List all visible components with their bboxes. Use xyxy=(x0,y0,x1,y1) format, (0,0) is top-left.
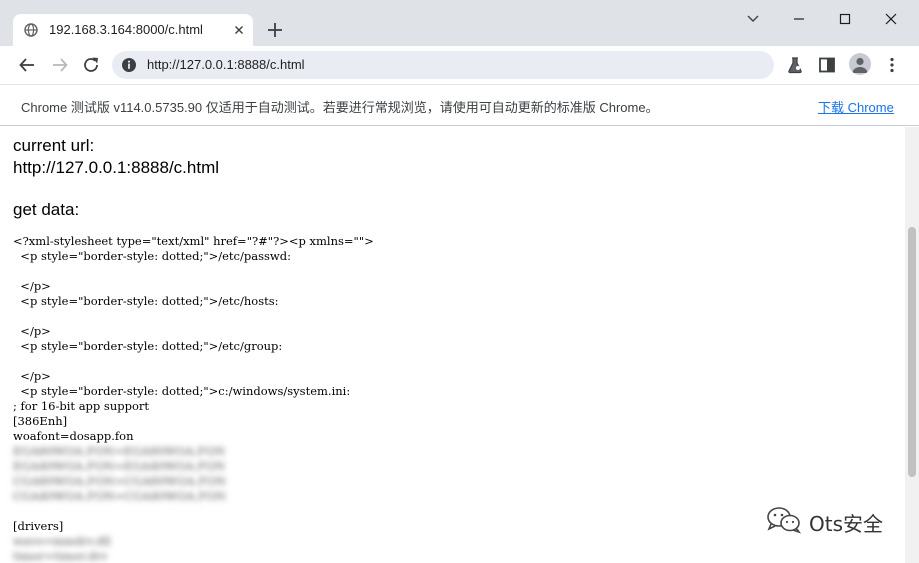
active-tab[interactable]: 192.168.3.164:8000/c.html xyxy=(13,14,253,46)
site-info-icon[interactable] xyxy=(121,57,137,73)
current-url-value: http://127.0.0.1:8888/c.html xyxy=(13,158,220,177)
url-text[interactable]: http://127.0.0.1:8888/c.html xyxy=(147,57,305,72)
back-button[interactable] xyxy=(16,54,38,76)
response-line: <p style="border-style: dotted;">/etc/gr… xyxy=(13,339,283,353)
watermark: Ots安全 xyxy=(765,505,883,539)
response-line: <?xml-stylesheet type="text/xml" href="?… xyxy=(13,234,374,248)
infobar-message: Chrome 测试版 v114.0.5735.90 仅适用于自动测试。若要进行常… xyxy=(21,100,659,115)
response-line: </p> xyxy=(13,279,51,293)
response-line: [386Enh] xyxy=(13,414,68,428)
beaker-icon[interactable] xyxy=(784,54,806,76)
close-tab-icon[interactable] xyxy=(231,22,247,38)
blurred-line: EGA80WOA.FON=EGA80WOA.FON xyxy=(13,444,226,458)
blurred-line: EGA40WOA.FON=EGA40WOA.FON xyxy=(13,459,226,473)
profile-avatar-icon[interactable] xyxy=(849,53,871,75)
response-line: </p> xyxy=(13,324,51,338)
response-line: <p style="border-style: dotted;">/etc/ho… xyxy=(13,294,279,308)
blurred-line: timer=timer.drv xyxy=(13,549,108,563)
side-panel-icon[interactable] xyxy=(816,54,838,76)
maximize-button[interactable] xyxy=(833,8,857,30)
toolbar: http://127.0.0.1:8888/c.html xyxy=(0,46,919,84)
response-line: <p style="border-style: dotted;">c:/wind… xyxy=(13,384,351,398)
new-tab-button[interactable] xyxy=(264,19,286,41)
response-line: </p> xyxy=(13,369,51,383)
blurred-line: wave=mmdrv.dll xyxy=(13,534,111,548)
get-data-label: get data: xyxy=(13,200,80,219)
response-line: <p style="border-style: dotted;">/etc/pa… xyxy=(13,249,291,263)
blurred-line: CGA40WOA.FON=CGA40WOA.FON xyxy=(13,489,226,503)
blurred-line: CGA80WOA.FON=CGA80WOA.FON xyxy=(13,474,226,488)
browser-window: 192.168.3.164:8000/c.html http://127.0.0… xyxy=(0,0,919,563)
vertical-scrollbar[interactable] xyxy=(905,127,919,563)
download-chrome-link[interactable]: 下载 Chrome xyxy=(818,97,894,116)
page-content: current url: http://127.0.0.1:8888/c.htm… xyxy=(0,127,905,563)
wechat-logo-icon xyxy=(765,505,803,540)
globe-icon xyxy=(24,23,38,37)
forward-button[interactable] xyxy=(49,54,71,76)
tab-strip: 192.168.3.164:8000/c.html xyxy=(0,0,919,46)
response-line: ; for 16-bit app support xyxy=(13,399,150,413)
tab-search-icon[interactable] xyxy=(741,8,765,30)
reload-button[interactable] xyxy=(80,54,102,76)
address-bar[interactable]: http://127.0.0.1:8888/c.html xyxy=(112,51,774,79)
response-line: woafont=dosapp.fon xyxy=(13,429,134,443)
scrollbar-thumb[interactable] xyxy=(908,227,916,477)
response-output: <?xml-stylesheet type="text/xml" href="?… xyxy=(13,234,374,563)
current-url-label: current url: xyxy=(13,136,95,155)
minimize-button[interactable] xyxy=(787,8,811,30)
drivers-section-label: [drivers] xyxy=(13,519,64,533)
menu-kebab-icon[interactable] xyxy=(881,54,903,76)
watermark-text: Ots安全 xyxy=(809,511,884,536)
automation-infobar: Chrome 测试版 v114.0.5735.90 仅适用于自动测试。若要进行常… xyxy=(0,84,919,126)
tab-title: 192.168.3.164:8000/c.html xyxy=(49,22,203,37)
close-window-button[interactable] xyxy=(879,8,903,30)
